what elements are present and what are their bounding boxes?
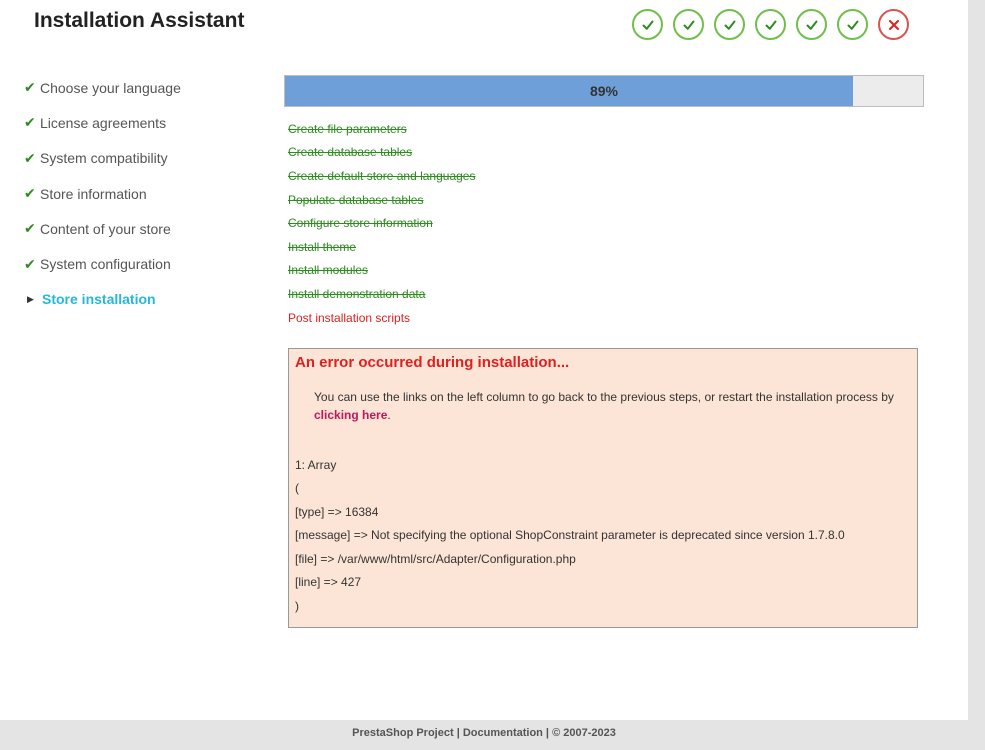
check-icon: ✔ [24,114,36,131]
sidebar-step-label: Choose your language [40,79,181,96]
sidebar-step-label: System compatibility [40,150,168,167]
arrow-right-icon: ▶ [27,293,34,304]
check-icon [755,9,786,40]
error-panel: An error occurred during installation...… [288,348,918,628]
check-icon [673,9,704,40]
error-message-end: . [387,408,391,422]
sidebar-step-label: Store information [40,185,147,202]
task-item: Install modules [288,263,369,278]
check-icon [837,9,868,40]
progress-bar: 89% [284,75,924,107]
error-title: An error occurred during installation... [295,354,570,371]
footer: PrestaShop Project | Documentation | © 2… [0,720,968,750]
check-icon: ✔ [24,220,36,237]
progress-label: 89% [589,83,619,99]
sidebar-step-item[interactable]: ▶ Store installation [24,282,181,317]
sidebar-step-label: License agreements [40,114,167,131]
check-icon: ✔ [24,79,36,96]
restart-link[interactable]: clicking here [314,408,387,422]
task-item: Create database tables [288,145,413,160]
x-icon [878,9,909,40]
task-item: Install demonstration data [288,286,426,301]
task-item: Install theme [288,239,357,254]
check-icon: ✔ [24,185,36,202]
sidebar-step-label: System configuration [40,256,171,273]
scrollbar-track[interactable] [968,0,985,720]
task-item: Create file parameters [288,121,407,136]
sidebar-step-item[interactable]: ✔ System configuration [24,246,181,281]
task-item: Populate database tables [288,192,424,207]
error-debug-output: 1: Array ( [type] => 16384 [message] => Not… [295,453,911,618]
sidebar-step-item[interactable]: ✔ License agreements [24,105,181,140]
installer-page: Installation Assistant ✔ Choose your lang… [0,0,968,720]
step-status-icons [632,9,909,40]
task-list: Create file parameters Create database ta… [288,117,475,329]
task-item: Create default store and languages [288,168,476,183]
check-icon: ✔ [24,255,36,272]
sidebar-steps: ✔ Choose your language ✔ License agreements… [24,70,181,317]
sidebar-step-label: Store installation [42,291,156,308]
debug-line: [message] => Not specifying the optional… [295,528,845,543]
check-icon [714,9,745,40]
error-message: You can use the links on the left column… [295,388,895,424]
sidebar-step-item[interactable]: ✔ Content of your store [24,211,181,246]
debug-line: ( [295,481,299,496]
sidebar-step-item[interactable]: ✔ System compatibility [24,141,181,176]
sidebar-step-item[interactable]: ✔ Choose your language [24,70,181,105]
debug-line: 1: Array [295,457,337,472]
check-icon: ✔ [24,149,36,166]
debug-line: ) [295,598,299,613]
check-icon [632,9,663,40]
error-message-text: You can use the links on the left column… [314,390,894,404]
sidebar-step-item[interactable]: ✔ Store information [24,176,181,211]
task-item: Configure store information [288,216,433,231]
debug-line: [file] => /var/www/html/src/Adapter/Conf… [295,551,576,566]
task-item: Post installation scripts [288,310,411,325]
page-title: Installation Assistant [34,9,245,32]
debug-line: [type] => 16384 [295,504,379,519]
sidebar-step-label: Content of your store [40,220,171,237]
debug-line: [line] => 427 [295,575,362,590]
check-icon [796,9,827,40]
